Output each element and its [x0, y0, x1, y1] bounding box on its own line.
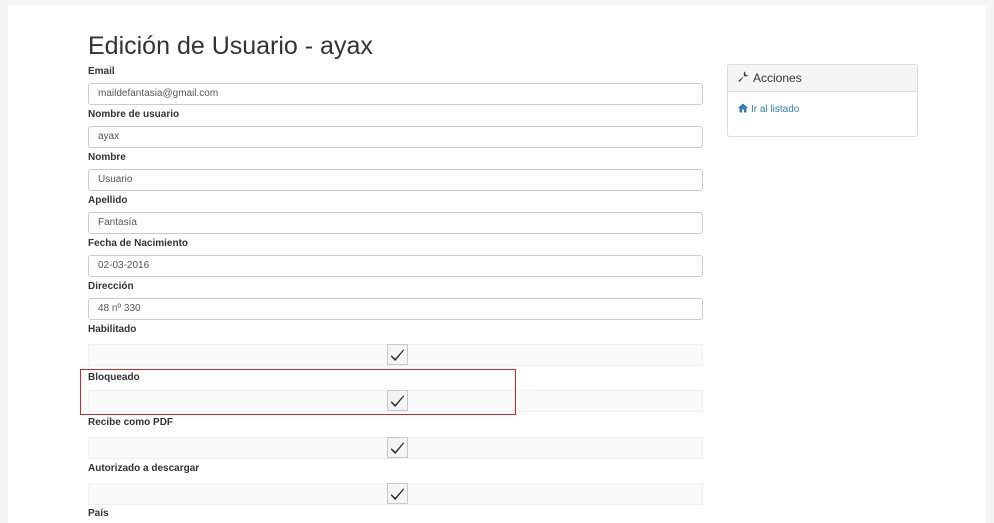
wrench-icon [738, 71, 749, 85]
checkmark-icon [390, 349, 404, 361]
blocked-label: Bloqueado [88, 372, 140, 383]
download-label: Autorizado a descargar [88, 463, 200, 474]
actions-panel-header: Acciones [728, 65, 917, 92]
birthdate-field[interactable]: 02-03-2016 [88, 255, 703, 277]
lastname-field[interactable]: Fantasía [88, 212, 703, 234]
download-row [88, 483, 703, 505]
lastname-label: Apellido [88, 195, 128, 206]
checkmark-icon [390, 488, 404, 500]
back-to-list-link[interactable]: Ir al listado [738, 103, 907, 116]
download-checkbox[interactable] [387, 483, 408, 504]
checkmark-icon [390, 395, 404, 407]
pdf-label: Recibe como PDF [88, 417, 174, 428]
actions-panel-body: Ir al listado [728, 92, 917, 127]
pdf-row [88, 437, 703, 459]
address-field[interactable]: 48 nº 330 [88, 298, 703, 320]
enabled-checkbox[interactable] [387, 344, 408, 365]
blocked-row [88, 390, 703, 412]
username-label: Nombre de usuario [88, 109, 180, 120]
email-label: Email [88, 66, 115, 77]
enabled-label: Habilitado [88, 324, 137, 335]
username-field[interactable]: ayax [88, 126, 703, 148]
email-field[interactable]: maildefantasia@gmail.com [88, 83, 703, 105]
home-icon [738, 103, 748, 116]
country-label: País [88, 508, 109, 519]
blocked-checkbox[interactable] [387, 390, 408, 411]
actions-heading: Acciones [753, 71, 802, 85]
name-field[interactable]: Usuario [88, 169, 703, 191]
actions-panel: Acciones Ir al listado [727, 64, 918, 137]
enabled-row [88, 344, 703, 366]
back-to-list-label: Ir al listado [751, 104, 800, 115]
address-label: Dirección [88, 281, 134, 292]
checkmark-icon [390, 442, 404, 454]
pdf-checkbox[interactable] [387, 437, 408, 458]
birthdate-label: Fecha de Nacimiento [88, 238, 189, 249]
page-title: Edición de Usuario - ayax [88, 32, 373, 60]
name-label: Nombre [88, 152, 126, 163]
